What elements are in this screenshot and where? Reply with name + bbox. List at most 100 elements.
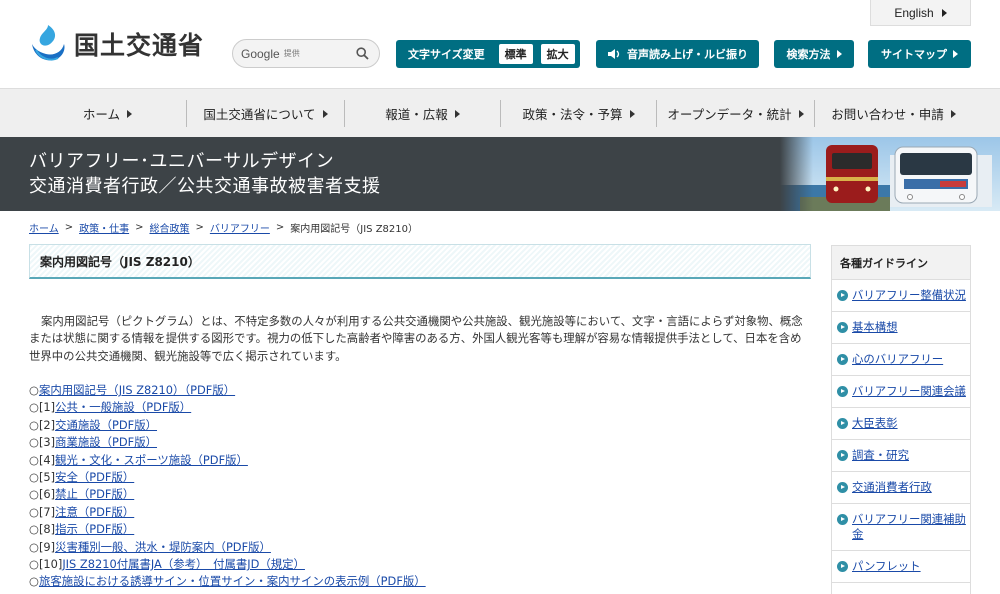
list-item: ○[9]災害種別一般、洪水・堤防案内（PDF版） [29,539,811,556]
pdf-link[interactable]: JIS Z8210付属書JA（参考） 付属書JD（規定） [62,557,305,571]
triangle-right-icon [953,50,958,58]
side-menu-link[interactable]: 基本構想 [852,320,898,334]
gnav-label: 報道・広報 [385,107,448,122]
arrow-circle-icon [837,354,848,365]
list-item: ○[7]注意（PDF版） [29,504,811,521]
side-menu-link[interactable]: 交通消費者行政 [852,480,932,494]
speech-button[interactable]: 音声読み上げ・ルビ振り [596,40,759,68]
side-menu-link[interactable]: バリアフリー整備状況 [852,288,966,302]
gnav-item-contact[interactable]: お問い合わせ・申請 [815,89,972,138]
pdf-link[interactable]: 交通施設（PDF版） [55,418,157,432]
pdf-link[interactable]: 指示（PDF版） [55,522,134,536]
side-menu-link[interactable]: バリアフリー関連会議 [852,384,966,398]
pdf-link[interactable]: 観光・文化・スポーツ施設（PDF版） [55,453,248,467]
list-item: ○[1]公共・一般施設（PDF版） [29,399,811,416]
pdf-link[interactable]: 公共・一般施設（PDF版） [55,400,191,414]
list-item: ○旅客施設における誘導サイン・位置サイン・案内サインの表示例（PDF版） [29,573,811,590]
sitemap-label: サイトマップ [881,48,947,61]
list-item-prefix: ○[9] [29,539,56,554]
arrow-circle-icon [837,514,848,525]
pdf-link[interactable]: 注意（PDF版） [55,505,134,519]
list-item: ○[4]観光・文化・スポーツ施設（PDF版） [29,452,811,469]
triangle-right-icon [454,109,460,118]
breadcrumb-sep: > [135,222,144,233]
side-menu-item[interactable]: 交通消費者行政 [832,472,970,504]
list-item-prefix: ○ [29,574,39,589]
breadcrumb-current: 案内用図記号（JIS Z8210） [290,224,418,235]
site-search-box[interactable]: Google 提供 [232,39,380,68]
gnav-label: お問い合わせ・申請 [831,107,944,122]
triangle-right-icon [836,50,842,58]
gnav-label: オープンデータ・統計 [667,107,792,122]
breadcrumb-policy[interactable]: 政策・仕事 [79,220,129,235]
side-menu-link[interactable]: バリアフリー関連補助金 [852,512,966,541]
breadcrumb-general-policy[interactable]: 総合政策 [149,220,189,235]
list-item: ○[8]指示（PDF版） [29,521,811,538]
banner-train-bus-photo [780,137,1000,211]
arrow-circle-icon [837,322,848,333]
list-item-prefix: ○[6] [29,487,56,502]
font-size-large-button[interactable]: 拡大 [540,44,575,64]
gnav-label: ホーム [82,107,121,122]
side-menu-link[interactable]: 調査・研究 [852,448,909,462]
side-menu-item[interactable]: バリアフリー整備状況 [832,280,970,312]
gnav-item-policy[interactable]: 政策・法令・予算 [501,89,656,138]
gnav-label: 政策・法令・予算 [522,107,623,122]
gnav-item-about[interactable]: 国土交通省について [187,89,344,138]
side-menu-heading: 各種ガイドライン [832,246,970,280]
pdf-link[interactable]: 商業施設（PDF版） [55,435,157,449]
side-menu-item[interactable]: 心のバリアフリー [832,344,970,376]
font-size-label: 文字サイズ変更 [408,48,485,61]
pdf-link[interactable]: 案内用図記号（JIS Z8210）（PDF版） [39,383,235,397]
side-menu-link[interactable]: パンフレット [852,559,921,573]
side-menu-item[interactable]: 基本構想 [832,312,970,344]
gnav-label: 国土交通省について [203,107,316,122]
search-icon[interactable] [356,47,369,60]
list-item: ○[2]交通施設（PDF版） [29,417,811,434]
breadcrumb-sep: > [195,222,204,233]
pdf-link[interactable]: 禁止（PDF版） [55,487,134,501]
page-title: 案内用図記号（JIS Z8210） [29,244,811,279]
sitemap-button[interactable]: サイトマップ [868,40,971,68]
mlit-logo-icon [32,25,65,61]
breadcrumb-home[interactable]: ホーム [29,220,59,235]
side-menu-link[interactable]: 心のバリアフリー [852,352,943,366]
site-header: 国土交通省 Google 提供 English 文字サイズ変更 標準 拡大 音声… [0,0,1000,88]
breadcrumb-barrier-free[interactable]: バリアフリー [210,220,270,235]
breadcrumb: ホーム > 政策・仕事 > 総合政策 > バリアフリー > 案内用図記号（JIS… [29,220,418,235]
list-item-prefix: ○[8] [29,522,56,537]
gnav-item-opendata[interactable]: オープンデータ・統計 [657,89,814,138]
speech-label: 音声読み上げ・ルビ振り [627,48,748,61]
list-item: ○[10]JIS Z8210付属書JA（参考） 付属書JD（規定） [29,556,811,573]
english-button[interactable]: English [870,0,971,26]
speaker-icon [608,49,620,59]
side-menu-item[interactable]: バリアフリー関連会議 [832,376,970,408]
gnav-item-press[interactable]: 報道・広報 [345,89,500,138]
triangle-right-icon [950,109,956,118]
list-item: ○案内用図記号（JIS Z8210）（PDF版） [29,382,811,399]
search-method-button[interactable]: 検索方法 [774,40,854,68]
triangle-right-icon [127,109,133,118]
list-item: ○[3]商業施設（PDF版） [29,434,811,451]
arrow-circle-icon [837,482,848,493]
pdf-link[interactable]: 安全（PDF版） [55,470,134,484]
list-item-prefix: ○[4] [29,452,56,467]
list-item-prefix: ○ [29,383,39,397]
gnav-item-home[interactable]: ホーム [29,89,186,138]
side-menu-link[interactable]: 大臣表彰 [852,416,898,430]
triangle-right-icon [941,8,947,17]
font-size-control: 文字サイズ変更 標準 拡大 [396,40,580,68]
arrow-circle-icon [837,386,848,397]
banner-title: バリアフリー･ユニバーサルデザイン 交通消費者行政／公共交通事故被害者支援 [29,149,381,199]
side-menu-item[interactable]: 大臣表彰 [832,408,970,440]
intro-paragraph: 案内用図記号（ピクトグラム）とは、不特定多数の人々が利用する公共交通機関や公共施… [29,314,803,363]
triangle-right-icon [629,109,635,118]
side-menu-item[interactable]: パンフレット [832,551,970,583]
font-size-standard-button[interactable]: 標準 [498,44,533,64]
side-menu-item[interactable]: 調査・研究 [832,440,970,472]
side-menu-item[interactable]: バリアフリー関連補助金 [832,504,970,551]
site-logo[interactable]: 国土交通省 [28,22,204,66]
pdf-link[interactable]: 災害種別一般、洪水・堤防案内（PDF版） [55,540,271,554]
pdf-link[interactable]: 旅客施設における誘導サイン・位置サイン・案内サインの表示例（PDF版） [39,574,426,588]
triangle-right-icon [322,109,328,118]
